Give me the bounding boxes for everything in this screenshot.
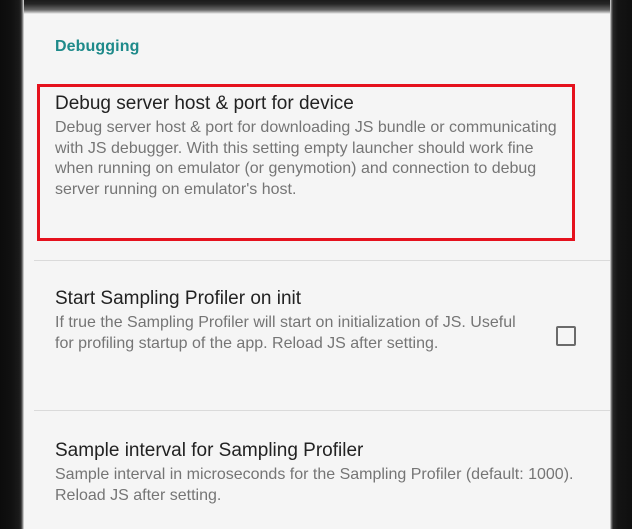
pref-summary: Sample interval in microseconds for the … — [55, 466, 574, 504]
settings-screen: Debugging Debug server host & port for d… — [24, 14, 610, 529]
pref-summary: Debug server host & port for downloading… — [55, 119, 557, 198]
device-bezel-right — [610, 0, 632, 529]
pref-sample-interval[interactable]: Sample interval for Sampling Profiler Sa… — [24, 439, 610, 506]
device-bezel-left — [0, 0, 24, 529]
pref-start-sampling-profiler[interactable]: Start Sampling Profiler on init If true … — [24, 287, 610, 354]
device-bezel-top — [0, 0, 632, 14]
pref-title: Debug server host & port for device — [55, 93, 354, 114]
pref-summary: If true the Sampling Profiler will start… — [55, 314, 516, 352]
pref-debug-server-host[interactable]: Debug server host & port for device Debu… — [24, 92, 610, 200]
sampling-profiler-checkbox[interactable] — [556, 326, 576, 346]
divider — [34, 260, 610, 261]
category-title-debugging: Debugging — [55, 38, 140, 55]
pref-title: Start Sampling Profiler on init — [55, 288, 302, 309]
divider — [34, 410, 610, 411]
pref-title: Sample interval for Sampling Profiler — [55, 440, 364, 461]
device-frame: Debugging Debug server host & port for d… — [0, 0, 632, 529]
